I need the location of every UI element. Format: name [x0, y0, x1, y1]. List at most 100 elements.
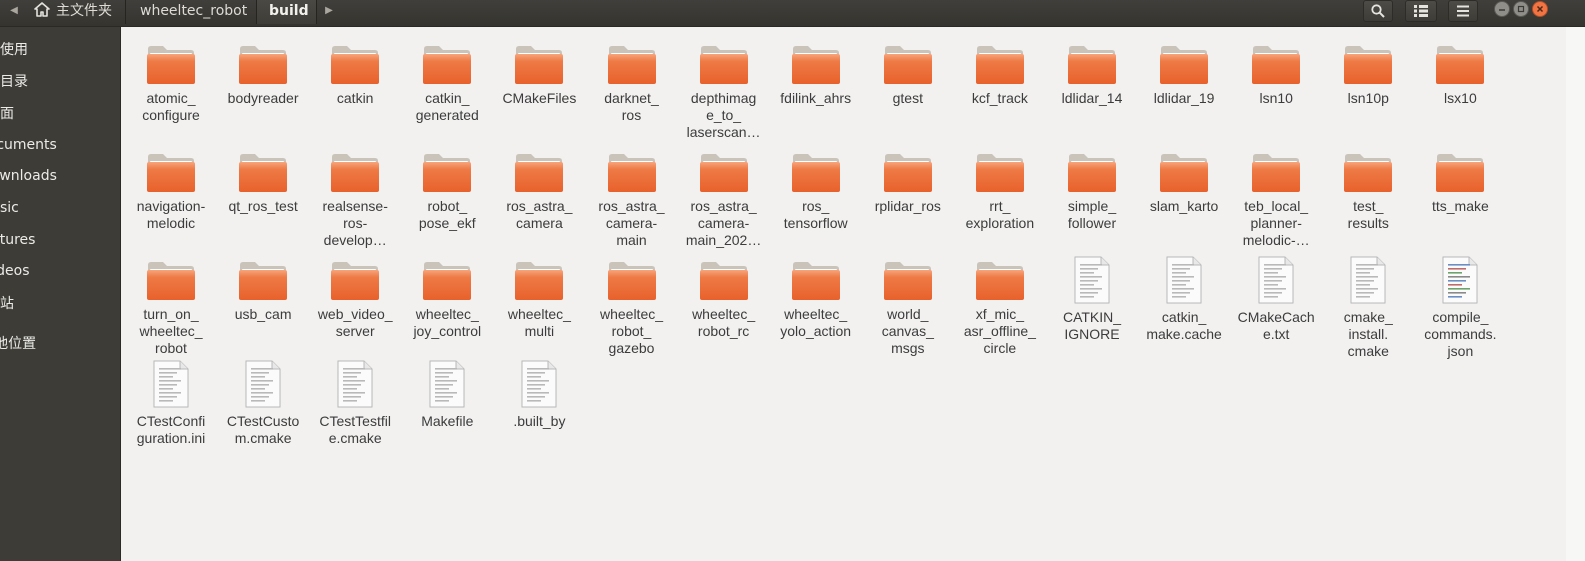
breadcrumb-home[interactable]: 主文件夹 — [27, 0, 126, 24]
search-button[interactable] — [1363, 0, 1393, 22]
folder-item[interactable]: tts_make — [1414, 148, 1506, 215]
search-icon — [1371, 4, 1385, 18]
sidebar-item-home[interactable]: 主目录 — [0, 69, 120, 95]
sidebar-item-desktop[interactable]: 桌面 — [0, 101, 120, 127]
sidebar: 最近使用 主目录 桌面 Documents Downloads Music Pi… — [0, 27, 121, 561]
file-item[interactable]: catkin_ make.cache — [1138, 256, 1230, 343]
forward-button[interactable]: ▶ — [318, 0, 340, 22]
folder-item[interactable]: lsx10 — [1414, 40, 1506, 107]
text-file-icon — [1230, 256, 1322, 308]
file-name-label: slam_karto — [1149, 198, 1219, 214]
file-name-label: kcf_track — [971, 90, 1028, 106]
hamburger-menu-icon — [1457, 5, 1469, 17]
folder-item[interactable]: ldlidar_14 — [1046, 40, 1138, 107]
folder-item[interactable]: wheeltec_ joy_control — [401, 256, 493, 340]
file-item[interactable]: CMakeCach e.txt — [1230, 256, 1322, 343]
folder-item[interactable]: CMakeFiles — [493, 40, 585, 107]
breadcrumb-build[interactable]: build — [257, 0, 317, 24]
folder-icon — [1322, 40, 1414, 88]
folder-item[interactable]: wheeltec_ multi — [493, 256, 585, 340]
folder-item[interactable]: ros_astra_ camera — [493, 148, 585, 232]
breadcrumb-wheeltec-robot[interactable]: wheeltec_robot — [126, 0, 257, 24]
sidebar-item-documents[interactable]: Documents — [0, 132, 120, 158]
file-name-label: CTestTestfil e.cmake — [319, 413, 391, 446]
file-name-label: test_ results — [1347, 198, 1389, 231]
folder-item[interactable]: usb_cam — [217, 256, 309, 323]
folder-item[interactable]: gtest — [862, 40, 954, 107]
folder-item[interactable]: teb_local_ planner- melodic-… — [1230, 148, 1322, 249]
file-item[interactable]: CTestTestfil e.cmake — [309, 360, 401, 447]
folder-item[interactable]: qt_ros_test — [217, 148, 309, 215]
file-name-label: wheeltec_ robot_rc — [692, 306, 756, 339]
folder-icon — [493, 256, 585, 304]
file-item[interactable]: Makefile — [401, 360, 493, 430]
maximize-button[interactable] — [1513, 1, 1529, 17]
folder-item[interactable]: robot_ pose_ekf — [401, 148, 493, 232]
file-item[interactable]: cmake_ install. cmake — [1322, 256, 1414, 360]
folder-item[interactable]: rplidar_ros — [862, 148, 954, 215]
close-button[interactable] — [1532, 1, 1548, 17]
folder-item[interactable]: slam_karto — [1138, 148, 1230, 215]
folder-item[interactable]: world_ canvas_ msgs — [862, 256, 954, 357]
folder-item[interactable]: navigation- melodic — [125, 148, 217, 232]
file-name-label: CATKIN_ IGNORE — [1062, 309, 1122, 342]
folder-item[interactable]: ros_ tensorflow — [770, 148, 862, 232]
folder-item[interactable]: catkin_ generated — [401, 40, 493, 124]
folder-item[interactable]: simple_ follower — [1046, 148, 1138, 232]
folder-item[interactable]: kcf_track — [954, 40, 1046, 107]
sidebar-item-downloads[interactable]: Downloads — [0, 163, 120, 189]
sidebar-item-trash[interactable]: 回收站 — [0, 291, 120, 317]
folder-item[interactable]: bodyreader — [217, 40, 309, 107]
folder-item[interactable]: turn_on_ wheeltec_ robot — [125, 256, 217, 357]
sidebar-item-music[interactable]: Music — [0, 195, 120, 221]
file-name-label: tts_make — [1431, 198, 1489, 214]
file-item[interactable]: CTestCusto m.cmake — [217, 360, 309, 447]
folder-item[interactable]: xf_mic_ asr_offline_ circle — [954, 256, 1046, 357]
file-name-label: realsense- ros- develop… — [322, 198, 388, 248]
file-item[interactable]: compile_ commands. json — [1414, 256, 1506, 360]
sidebar-item-other-locations[interactable]: + 其他位置 — [0, 331, 120, 357]
folder-item[interactable]: lsn10 — [1230, 40, 1322, 107]
sidebar-item-recent[interactable]: 最近使用 — [0, 37, 120, 63]
folder-item[interactable]: depthimag e_to_ laserscan… — [678, 40, 770, 141]
folder-item[interactable]: wheeltec_ yolo_action — [770, 256, 862, 340]
folder-item[interactable]: ros_astra_ camera- main — [586, 148, 678, 249]
menu-button[interactable] — [1448, 0, 1478, 22]
folder-item[interactable]: wheeltec_ robot_ gazebo — [586, 256, 678, 357]
folder-icon — [125, 256, 217, 304]
folder-item[interactable]: ros_astra_ camera- main_202… — [678, 148, 770, 249]
file-item[interactable]: CATKIN_ IGNORE — [1046, 256, 1138, 343]
view-toggle-button[interactable] — [1405, 0, 1437, 22]
scrollbar-track[interactable] — [1566, 27, 1585, 561]
folder-icon — [493, 40, 585, 88]
folder-item[interactable]: test_ results — [1322, 148, 1414, 232]
folder-item[interactable]: fdilink_ahrs — [770, 40, 862, 107]
folder-icon — [770, 148, 862, 196]
file-name-label: Makefile — [421, 413, 474, 429]
folder-item[interactable]: ldlidar_19 — [1138, 40, 1230, 107]
folder-item[interactable]: web_video_ server — [309, 256, 401, 340]
file-item[interactable]: .built_by — [493, 360, 585, 430]
folder-icon — [125, 40, 217, 88]
text-file-icon — [309, 360, 401, 412]
file-name-label: gtest — [892, 90, 923, 106]
sidebar-item-pictures[interactable]: Pictures — [0, 227, 120, 253]
folder-item[interactable]: catkin — [309, 40, 401, 107]
sidebar-item-videos[interactable]: Videos — [0, 258, 120, 284]
file-name-label: qt_ros_test — [228, 198, 298, 214]
folder-icon — [401, 40, 493, 88]
sidebar-item-label: Videos — [0, 263, 30, 279]
folder-item[interactable]: atomic_ configure — [125, 40, 217, 124]
file-item[interactable]: CTestConfi guration.ini — [125, 360, 217, 447]
back-button[interactable]: ◀ — [3, 0, 25, 22]
folder-item[interactable]: wheeltec_ robot_rc — [678, 256, 770, 340]
file-name-label: lsn10 — [1259, 90, 1293, 106]
folder-item[interactable]: rrt_ exploration — [954, 148, 1046, 232]
folder-icon — [493, 148, 585, 196]
file-name-label: catkin_ generated — [415, 90, 479, 123]
folder-item[interactable]: lsn10p — [1322, 40, 1414, 107]
folder-item[interactable]: darknet_ ros — [586, 40, 678, 124]
minimize-button[interactable] — [1494, 1, 1510, 17]
folder-item[interactable]: realsense- ros- develop… — [309, 148, 401, 249]
folder-icon — [678, 256, 770, 304]
